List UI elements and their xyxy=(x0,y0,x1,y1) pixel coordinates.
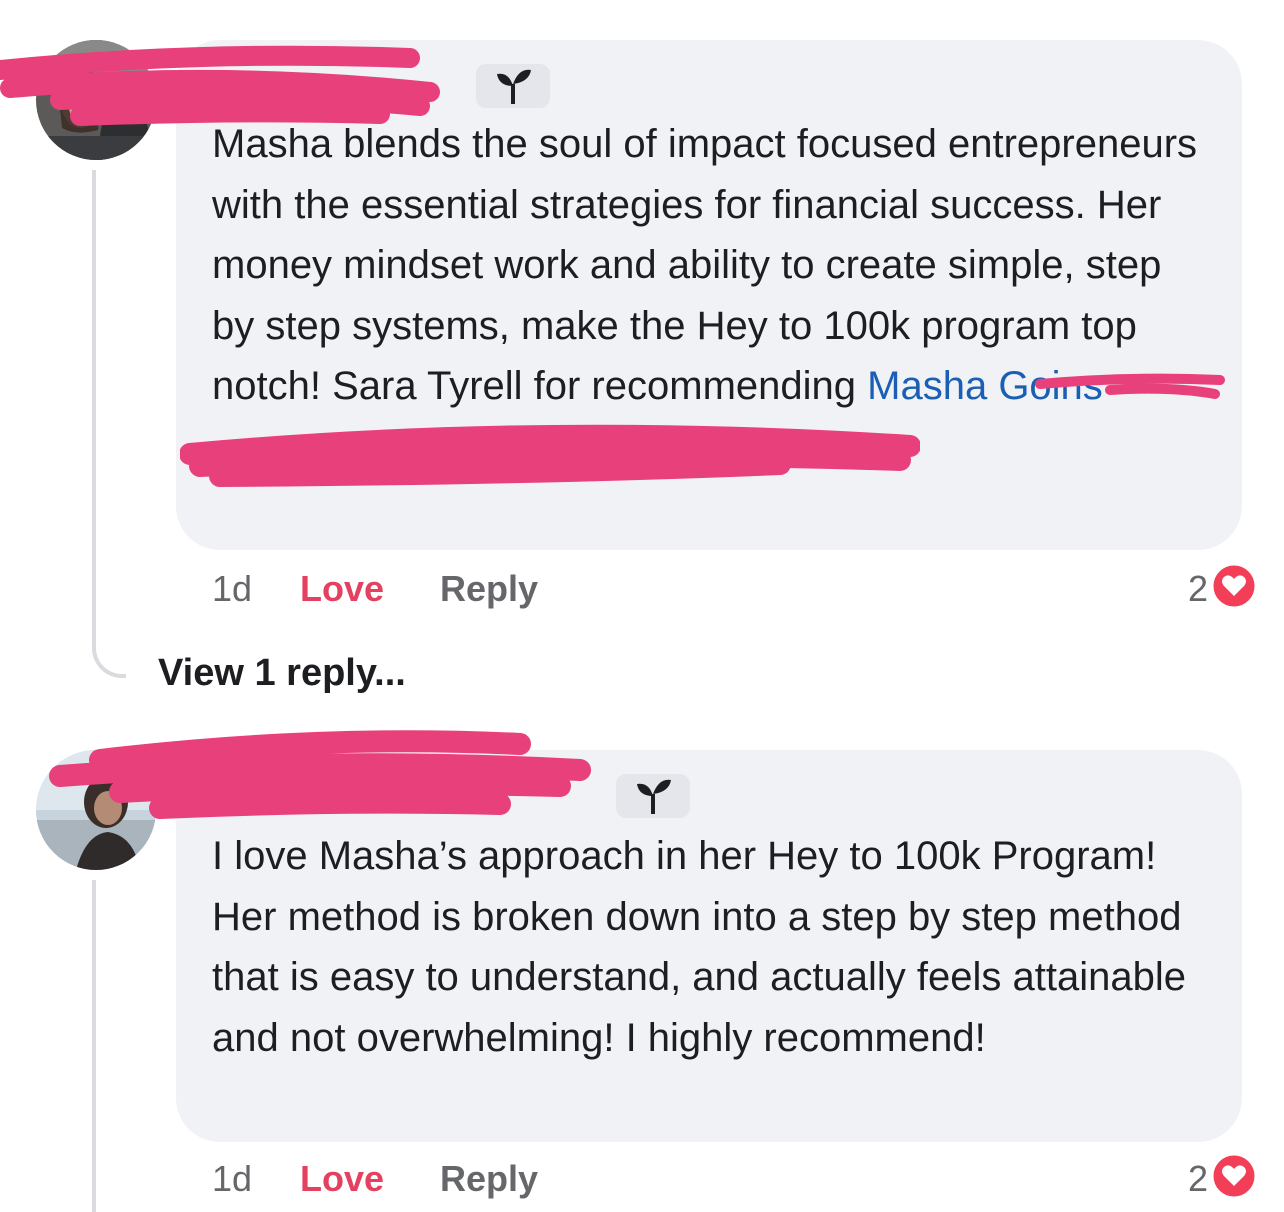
reply-button[interactable]: Reply xyxy=(440,1158,538,1200)
comment-header xyxy=(212,40,1206,108)
thread-connector xyxy=(92,880,96,1212)
comment-time[interactable]: 1d xyxy=(212,568,252,610)
comment-bubble: Masha blends the soul of impact focused … xyxy=(176,40,1242,550)
avatar[interactable] xyxy=(36,750,156,870)
sprout-icon xyxy=(497,69,531,104)
comment-text: I love Masha’s approach in her Hey to 10… xyxy=(212,834,1186,1060)
comment-actions: 1d Love Reply 2 xyxy=(212,1152,1258,1208)
comment-bubble: I love Masha’s approach in her Hey to 10… xyxy=(176,750,1242,1142)
comment-time[interactable]: 1d xyxy=(212,1158,252,1200)
thread-connector xyxy=(92,170,126,678)
heart-icon[interactable] xyxy=(1210,562,1258,610)
redacted-text: Sara Tyrell for recommending xyxy=(332,364,857,408)
avatar[interactable] xyxy=(36,40,156,160)
reply-button[interactable]: Reply xyxy=(440,568,538,610)
sprout-icon xyxy=(637,779,671,814)
love-button[interactable]: Love xyxy=(300,568,384,610)
mention-link[interactable]: Masha Goins xyxy=(867,364,1103,408)
heart-icon[interactable] xyxy=(1210,1152,1258,1200)
badge[interactable] xyxy=(476,64,550,108)
reaction-count[interactable]: 2 xyxy=(1188,568,1208,610)
reaction-count[interactable]: 2 xyxy=(1188,1158,1208,1200)
view-replies-link[interactable]: View 1 reply... xyxy=(158,652,406,695)
comment-header xyxy=(212,750,1206,818)
comment-text: Masha blends the soul of impact focused … xyxy=(212,114,1206,417)
badge[interactable] xyxy=(616,774,690,818)
love-button[interactable]: Love xyxy=(300,1158,384,1200)
comment-actions: 1d Love Reply 2 xyxy=(212,562,1258,618)
